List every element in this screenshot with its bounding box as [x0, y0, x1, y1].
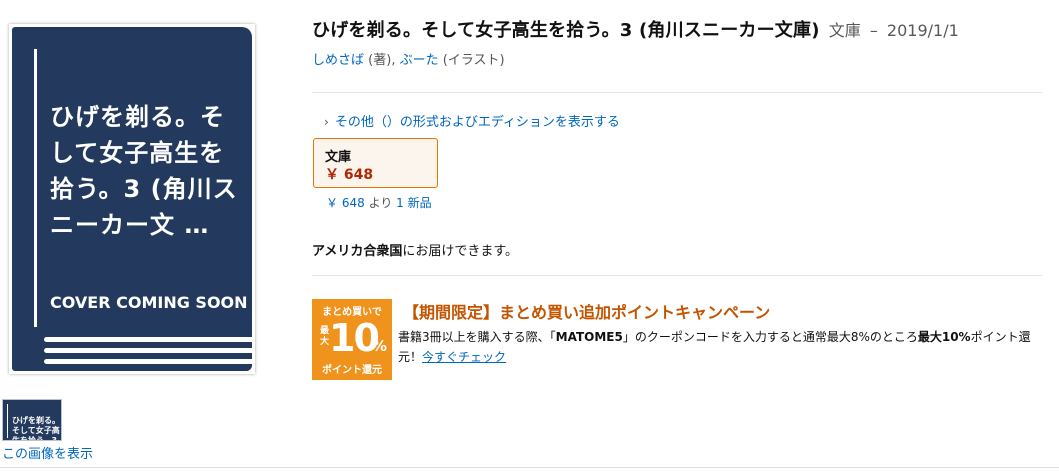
offer-price-link[interactable]: ￥ 648 — [326, 196, 365, 210]
other-formats-label: その他（）の形式およびエディションを表示する — [334, 115, 620, 130]
shipping-country: アメリカ合衆国 — [312, 244, 403, 259]
promo-title: 【期間限定】まとめ買い追加ポイントキャンペーン — [403, 303, 771, 322]
format-option-label: 文庫 — [325, 150, 352, 165]
illustrator-link[interactable]: ぶーた — [400, 53, 439, 68]
shipping-message: にお届けできます。 — [402, 244, 519, 259]
badge-bottom-text: ポイント還元 — [322, 365, 382, 376]
author-role: (著) — [368, 53, 392, 68]
format-option-price: ￥ 648 — [325, 167, 374, 183]
cover-spine-line — [34, 49, 37, 327]
cover-coming-soon-text: COVER COMING SOON — [50, 293, 248, 312]
badge-percent: % — [372, 337, 388, 355]
illustrator-role: (イラスト) — [442, 53, 505, 68]
publication-date: 2019/1/1 — [886, 21, 959, 40]
promo-badge: まとめ買いで 最大 10 % ポイント還元 — [312, 299, 392, 380]
cover-title-text: ひげを剃る。そして女子高生を拾う。3 (角川スニーカー文 … — [50, 103, 238, 239]
divider — [312, 275, 1042, 276]
promo-highlight: 最大10% — [917, 330, 971, 344]
title-separator: – — [869, 21, 878, 40]
offer-from-text: より — [368, 196, 393, 210]
book-pages-graphic — [34, 327, 252, 371]
check-now-link[interactable]: 今すぐチェック — [422, 350, 506, 364]
divider — [312, 92, 1042, 93]
format-option-bunko[interactable]: 文庫 ￥ 648 — [313, 138, 438, 188]
author-link[interactable]: しめさば — [312, 53, 364, 68]
other-formats-link[interactable]: › その他（）の形式およびエディションを表示する — [324, 111, 620, 130]
thumbnail-text: ひげを剃る。そして女子高生を拾う。3 (角川ス — [12, 416, 60, 441]
main-cover-image[interactable]: ひげを剃る。そして女子高生を拾う。3 (角川スニーカー文 … COVER COM… — [9, 24, 255, 374]
badge-number: 10 — [329, 316, 380, 360]
cover-placeholder: ひげを剃る。そして女子高生を拾う。3 (角川スニーカー文 … COVER COM… — [12, 27, 252, 371]
offers-line: ￥ 648 より 1 新品 — [326, 194, 432, 211]
shipping-notice: アメリカ合衆国にお届けできます。 — [312, 240, 518, 259]
bottom-divider — [0, 467, 1059, 468]
new-offers-link[interactable]: 1 新品 — [396, 196, 431, 210]
contributors: しめさば (著), ぶーた (イラスト) — [312, 53, 505, 68]
product-title-row: ひげを剃る。そして女子高生を拾う。3 (角川スニーカー文庫) 文庫 – 2019… — [312, 16, 959, 42]
view-image-link[interactable]: この画像を表示 — [2, 443, 93, 462]
promo-description: 書籍3冊以上を購入する際、「MATOME5」のクーポンコードを入力すると通常最大… — [398, 330, 1031, 364]
cover-thumbnail[interactable]: ひげを剃る。そして女子高生を拾う。3 (角川ス — [2, 399, 62, 441]
coupon-code: MATOME5 — [555, 330, 623, 344]
chevron-right-icon: › — [324, 115, 329, 129]
product-format: 文庫 — [828, 21, 861, 40]
product-title: ひげを剃る。そして女子高生を拾う。3 (角川スニーカー文庫) — [312, 20, 820, 41]
